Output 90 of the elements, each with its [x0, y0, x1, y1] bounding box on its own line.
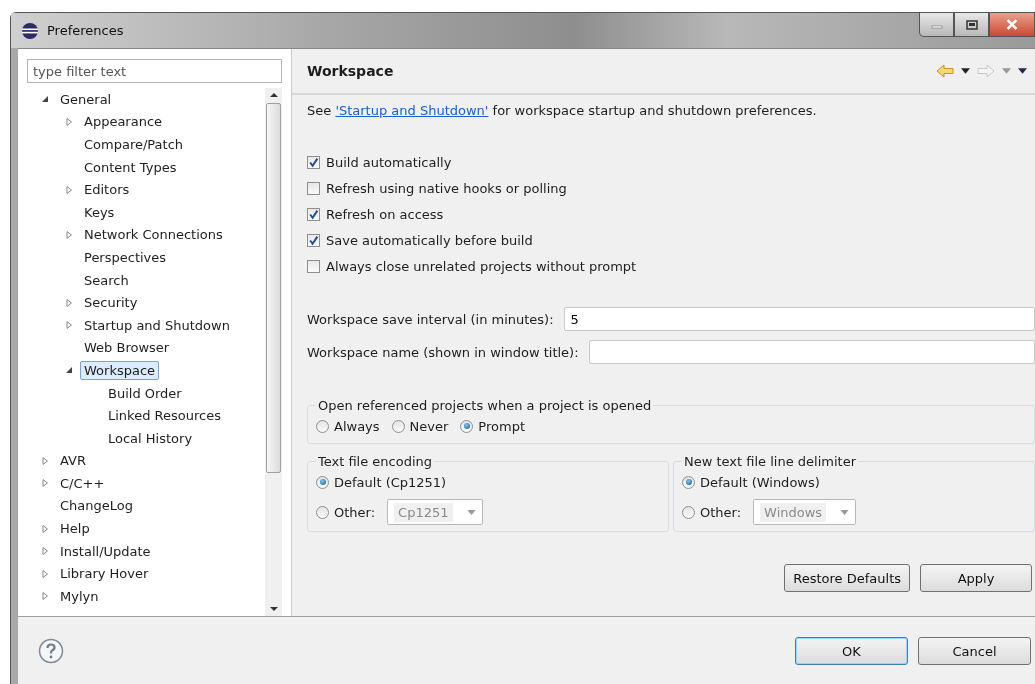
- group-title: Text file encoding: [317, 454, 434, 469]
- collapsed-triangle-icon[interactable]: [41, 547, 49, 556]
- tree-item[interactable]: Content Types: [80, 157, 181, 177]
- collapsed-triangle-icon[interactable]: [65, 321, 73, 330]
- tree-item[interactable]: Web Browser: [80, 338, 174, 358]
- apply-button[interactable]: Apply: [920, 564, 1032, 592]
- tree-item[interactable]: General: [56, 89, 116, 109]
- checkbox[interactable]: [307, 234, 320, 247]
- radio-label: Default (Windows): [700, 474, 820, 490]
- radio-label: Other:: [334, 504, 376, 520]
- checkbox-label: Refresh on access: [326, 207, 444, 222]
- checkbox-label: Save automatically before build: [326, 233, 533, 248]
- tree-item[interactable]: ChangeLog: [56, 496, 137, 516]
- filter-field[interactable]: type filter text: [27, 59, 282, 83]
- scroll-up-icon[interactable]: [269, 92, 278, 97]
- radio-label: Always: [334, 418, 380, 434]
- collapsed-triangle-icon[interactable]: [65, 117, 73, 126]
- radio-label: Default (Cp1251): [334, 474, 447, 490]
- collapsed-triangle-icon[interactable]: [65, 185, 73, 194]
- radio-button[interactable]: [682, 505, 695, 519]
- tree-item[interactable]: Editors: [80, 180, 134, 200]
- input-field[interactable]: [588, 340, 1035, 364]
- group-title: Open referenced projects when a project is opened: [317, 398, 653, 413]
- scrollbar[interactable]: [265, 88, 282, 616]
- collapsed-triangle-icon[interactable]: [41, 592, 49, 601]
- help-icon[interactable]: [38, 638, 64, 664]
- link[interactable]: 'Startup and Shutdown': [335, 103, 489, 118]
- collapsed-triangle-icon[interactable]: [41, 456, 49, 465]
- tree-item[interactable]: Install/Update: [56, 541, 155, 561]
- collapsed-triangle-icon[interactable]: [41, 524, 49, 533]
- ok-button[interactable]: OK: [795, 637, 908, 665]
- radio-button[interactable]: [460, 419, 474, 433]
- field-label: Workspace name (shown in window title):: [307, 344, 579, 360]
- close-button[interactable]: [989, 13, 1035, 37]
- radio-label: Prompt: [478, 418, 525, 434]
- expanded-triangle-icon[interactable]: [65, 366, 73, 375]
- checkbox-label: Always close unrelated projects without prompt: [326, 259, 637, 274]
- tree-item[interactable]: Build Order: [104, 383, 186, 403]
- collapsed-triangle-icon[interactable]: [41, 569, 49, 578]
- tree-item[interactable]: Appearance: [80, 112, 167, 132]
- caret-icon[interactable]: [961, 68, 970, 74]
- maximize-icon: [965, 19, 978, 30]
- input-field[interactable]: 5: [563, 307, 1035, 331]
- window-title: Preferences: [47, 23, 125, 38]
- restore-defaults-button[interactable]: Restore Defaults: [784, 564, 910, 592]
- tree-item[interactable]: Local History: [104, 428, 197, 448]
- tree-item[interactable]: Library Hover: [56, 564, 153, 584]
- collapsed-triangle-icon[interactable]: [65, 230, 73, 239]
- radio-label: Never: [409, 418, 449, 434]
- menu-icon[interactable]: [1018, 68, 1027, 74]
- radio-button[interactable]: [316, 419, 329, 433]
- radio-button[interactable]: [316, 475, 329, 489]
- tree-item[interactable]: Keys: [80, 202, 119, 222]
- back-arrow-icon[interactable]: [936, 64, 954, 78]
- checkbox-label: Refresh using native hooks or polling: [326, 181, 567, 196]
- checkbox-label: Build automatically: [326, 155, 452, 170]
- forward-arrow-icon[interactable]: [977, 64, 995, 78]
- cancel-button[interactable]: Cancel: [918, 637, 1031, 665]
- tree-item[interactable]: Mylyn: [56, 586, 103, 606]
- tree-item[interactable]: Linked Resources: [104, 406, 225, 426]
- collapsed-triangle-icon[interactable]: [41, 479, 49, 488]
- expanded-triangle-icon[interactable]: [41, 95, 49, 104]
- tree-item[interactable]: C/C++: [56, 473, 109, 493]
- group-title: New text file line delimiter: [683, 454, 857, 469]
- radio-label: Other:: [700, 504, 742, 520]
- tree-item[interactable]: Workspace: [80, 360, 160, 380]
- tree-item[interactable]: Help: [56, 519, 94, 539]
- checkbox[interactable]: [307, 156, 320, 169]
- tree-item[interactable]: Compare/Patch: [80, 135, 188, 154]
- tree-item[interactable]: Startup and Shutdown: [80, 315, 234, 335]
- radio-button[interactable]: [316, 505, 329, 519]
- close-icon: [1005, 19, 1019, 30]
- tree-item[interactable]: Search: [80, 270, 133, 290]
- description-text: See 'Startup and Shutdown' for workspace startup and shutdown preferences.: [307, 103, 818, 118]
- tree-item[interactable]: Perspectives: [80, 247, 171, 267]
- checkbox[interactable]: [307, 260, 320, 273]
- collapsed-triangle-icon[interactable]: [65, 298, 73, 307]
- page-title: Workspace: [307, 63, 395, 79]
- app-logo-icon: [21, 21, 39, 40]
- tree-item[interactable]: Security: [80, 293, 142, 313]
- checkbox[interactable]: [307, 208, 320, 221]
- scroll-down-icon[interactable]: [269, 607, 278, 612]
- radio-button[interactable]: [391, 419, 405, 433]
- maximize-button[interactable]: [954, 13, 989, 37]
- minimize-button[interactable]: [919, 13, 954, 37]
- field-label: Workspace save interval (in minutes):: [307, 311, 554, 327]
- checkbox[interactable]: [307, 182, 320, 195]
- tree-item[interactable]: AVR: [56, 451, 90, 471]
- tree-item[interactable]: Network Connections: [80, 225, 227, 245]
- radio-button[interactable]: [682, 475, 695, 489]
